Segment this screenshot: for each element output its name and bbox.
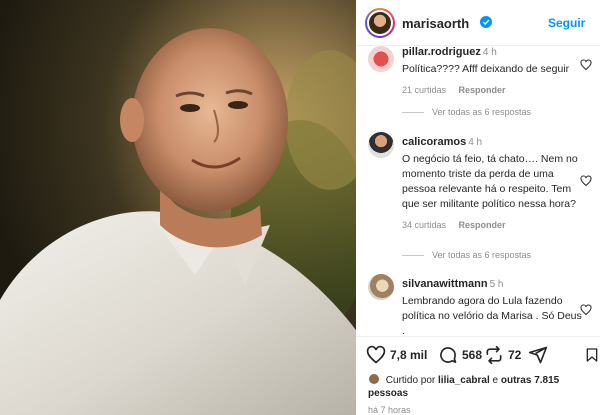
like-button[interactable]: 7,8 mil — [366, 345, 427, 365]
verified-badge-icon — [480, 16, 492, 28]
comment-time: 4 h — [468, 137, 483, 148]
portrait-image — [0, 28, 356, 415]
commenter-avatar[interactable] — [368, 274, 394, 300]
author-avatar[interactable] — [365, 8, 395, 38]
see-replies-link[interactable]: Ver todas as 6 respostas — [402, 107, 531, 117]
heart-icon[interactable] — [580, 304, 592, 316]
comment-time: 4 h — [482, 47, 497, 58]
liked-by-summary: Curtido por lilia_cabral e outras 7.815 … — [368, 373, 560, 399]
see-replies-link[interactable]: Ver todas as 6 respostas — [402, 250, 531, 260]
comment-text: O negócio tá feio, tá chato…. Nem no mom… — [402, 153, 578, 210]
follow-button[interactable]: Seguir — [548, 16, 585, 30]
commenter-avatar[interactable] — [368, 132, 394, 158]
comment-likes[interactable]: 21 curtidas — [402, 85, 446, 95]
commenter-username[interactable]: silvanawittmann — [402, 278, 488, 290]
reposts-count: 72 — [508, 348, 522, 362]
commenter-username[interactable]: pillar.rodriguez — [402, 46, 481, 58]
comments-count: 568 — [462, 348, 483, 362]
bookmark-icon — [586, 348, 598, 362]
comment-icon — [440, 347, 457, 363]
heart-icon[interactable] — [580, 175, 592, 187]
reply-button[interactable]: Responder — [459, 85, 506, 95]
heart-icon[interactable] — [580, 59, 592, 71]
commenter-username[interactable]: calicoramos — [402, 136, 466, 148]
repost-button[interactable]: 72 — [484, 345, 521, 365]
share-icon — [528, 346, 548, 364]
likes-count: 7,8 mil — [390, 348, 428, 362]
post-timestamp[interactable]: há 7 horas — [368, 405, 411, 415]
liked-by-avatar — [368, 373, 380, 385]
post-actions: 7,8 mil 568 72 Curtido por lilia_cabral … — [356, 336, 600, 415]
heart-icon — [366, 345, 386, 364]
comment-likes[interactable]: 34 curtidas — [402, 220, 446, 230]
post-header: marisaorth Seguir — [356, 0, 600, 46]
share-button[interactable] — [528, 345, 548, 365]
author-username[interactable]: marisaorth — [402, 16, 469, 31]
comment-text: Política???? Afff deixando de seguir — [402, 63, 570, 75]
reply-button[interactable]: Responder — [459, 220, 506, 230]
comments-panel: marisaorth Seguir pillar.rodriguez 4 h Po… — [356, 0, 600, 415]
comment-text: Lembrando agora do Lula fazendo política… — [402, 295, 582, 337]
comment-time: 5 h — [489, 279, 504, 290]
save-button[interactable] — [584, 345, 600, 365]
repost-icon — [486, 345, 502, 365]
comment-button[interactable]: 568 — [438, 345, 482, 365]
commenter-avatar[interactable] — [368, 46, 394, 72]
liked-by-username[interactable]: lilia_cabral — [438, 375, 490, 386]
post-photo[interactable] — [0, 0, 356, 415]
